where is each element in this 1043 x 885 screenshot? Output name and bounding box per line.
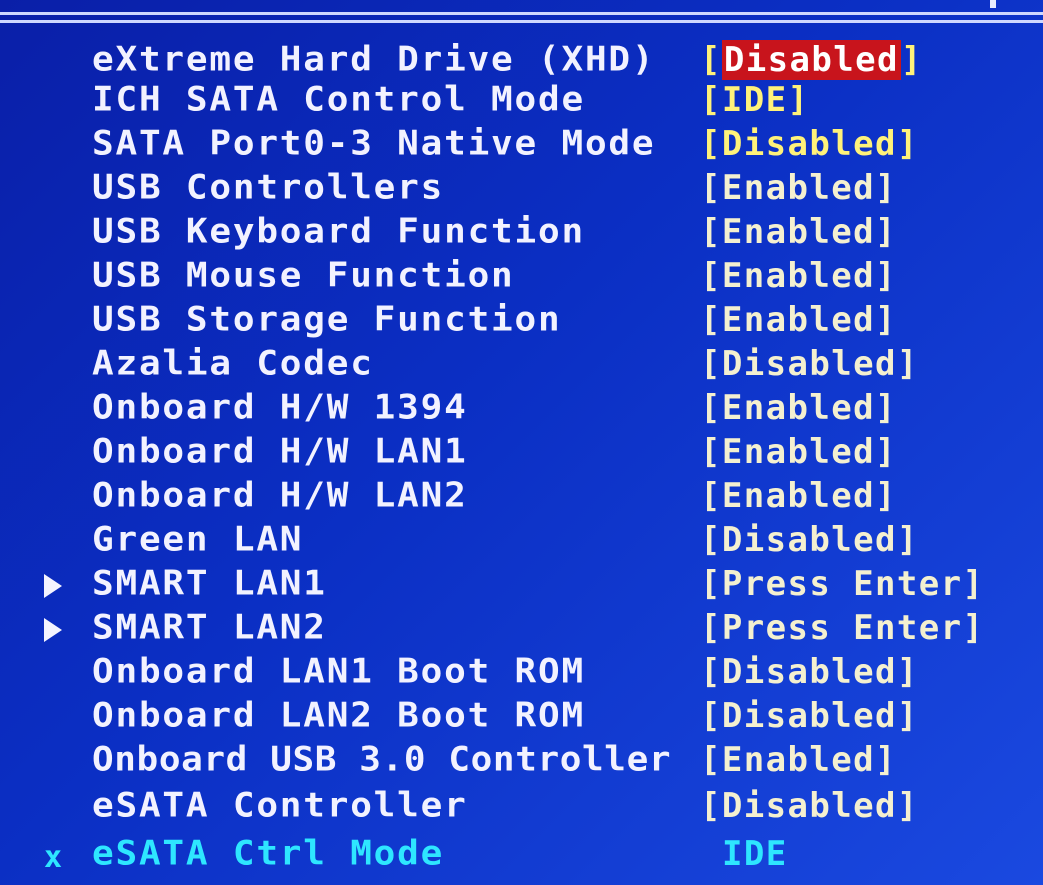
value-text: Disabled [721,696,897,736]
setting-row[interactable]: USB Controllers [Enabled] [0,168,1043,212]
setting-label: USB Keyboard Function [92,212,585,251]
setting-value[interactable]: [Enabled] [700,476,897,516]
value-text: IDE [721,80,788,120]
setting-row[interactable]: Onboard USB 3.0 Controller [Enabled] [0,740,1043,784]
value-text: Enabled [721,432,875,472]
setting-row[interactable]: ICH SATA Control Mode [IDE] [0,80,1043,124]
setting-label: Onboard H/W 1394 [92,388,468,427]
setting-row[interactable]: Green LAN [Disabled] [0,520,1043,564]
setting-row[interactable]: Onboard LAN1 Boot ROM [Disabled] [0,652,1043,696]
scroll-marker [990,0,996,8]
setting-label: SMART LAN1 [92,564,327,603]
setting-row[interactable]: USB Keyboard Function [Enabled] [0,212,1043,256]
setting-row[interactable]: SATA Port0-3 Native Mode [Disabled] [0,124,1043,168]
setting-row[interactable]: eXtreme Hard Drive (XHD) [Disabled] [0,40,1043,84]
setting-label: USB Storage Function [92,300,562,339]
setting-value[interactable]: [Disabled] [700,124,919,164]
header-divider [0,20,1043,23]
triangle-right-icon [44,574,62,598]
setting-row[interactable]: Onboard LAN2 Boot ROM [Disabled] [0,696,1043,740]
setting-value[interactable]: [Disabled] [700,520,919,560]
setting-label: eXtreme Hard Drive (XHD) [92,40,656,79]
value-text: Enabled [721,300,875,340]
setting-value[interactable]: [Disabled] [700,786,919,826]
setting-value[interactable]: [Disabled] [700,40,923,80]
value-text: Enabled [721,476,875,516]
setting-value[interactable]: [Disabled] [700,652,919,692]
setting-value[interactable]: [Enabled] [700,256,897,296]
value-text: Enabled [721,740,875,780]
setting-value[interactable]: [Enabled] [700,432,897,472]
setting-label: Green LAN [92,520,304,559]
setting-label: Onboard LAN1 Boot ROM [92,652,585,691]
setting-label: Azalia Codec [92,344,374,383]
setting-label: Onboard H/W LAN1 [92,432,468,471]
setting-row[interactable]: SMART LAN2 [Press Enter] [0,608,1043,652]
setting-label: SMART LAN2 [92,608,327,647]
setting-label: ICH SATA Control Mode [92,80,585,119]
setting-row[interactable]: Onboard H/W LAN1 [Enabled] [0,432,1043,476]
setting-row: x eSATA Ctrl Mode IDE [0,834,1043,878]
setting-value[interactable]: [Disabled] [700,696,919,736]
setting-value[interactable]: [Press Enter] [700,608,984,648]
value-text: Disabled [721,124,897,164]
setting-row[interactable]: Onboard H/W LAN2 [Enabled] [0,476,1043,520]
value-text: Enabled [721,212,875,252]
setting-label: eSATA Controller [92,786,468,825]
setting-value[interactable]: [Enabled] [700,168,897,208]
setting-label: Onboard LAN2 Boot ROM [92,696,585,735]
setting-value: IDE [722,834,788,874]
value-text: Disabled [721,652,897,692]
setting-value[interactable]: [Enabled] [700,212,897,252]
setting-label: USB Controllers [92,168,445,207]
setting-value[interactable]: [Enabled] [700,740,897,780]
value-text: Enabled [721,168,875,208]
setting-value[interactable]: [Enabled] [700,388,897,428]
setting-row[interactable]: Onboard H/W 1394 [Enabled] [0,388,1043,432]
setting-label: eSATA Ctrl Mode [92,834,445,873]
setting-label: Onboard USB 3.0 Controller [92,740,672,779]
value-text: Enabled [721,388,875,428]
setting-label: USB Mouse Function [92,256,515,295]
value-text: Press Enter [721,608,963,648]
selected-value: Disabled [721,40,901,80]
value-text: Disabled [721,344,897,384]
setting-row[interactable]: USB Storage Function [Enabled] [0,300,1043,344]
setting-row[interactable]: SMART LAN1 [Press Enter] [0,564,1043,608]
triangle-right-icon [44,618,62,642]
setting-value[interactable]: [Press Enter] [700,564,984,604]
setting-row[interactable]: eSATA Controller [Disabled] [0,786,1043,830]
value-text: Press Enter [721,564,963,604]
setting-value[interactable]: [IDE] [700,80,809,120]
value-text: Disabled [721,520,897,560]
header-divider [0,12,1043,15]
value-text: Disabled [721,786,897,826]
value-text: IDE [722,834,788,874]
setting-label: Onboard H/W LAN2 [92,476,468,515]
setting-value[interactable]: [Disabled] [700,344,919,384]
disabled-x-icon: x [44,840,63,875]
setting-label: SATA Port0-3 Native Mode [92,124,656,163]
setting-row[interactable]: Azalia Codec [Disabled] [0,344,1043,388]
setting-value[interactable]: [Enabled] [700,300,897,340]
setting-row[interactable]: USB Mouse Function [Enabled] [0,256,1043,300]
value-text: Enabled [721,256,875,296]
